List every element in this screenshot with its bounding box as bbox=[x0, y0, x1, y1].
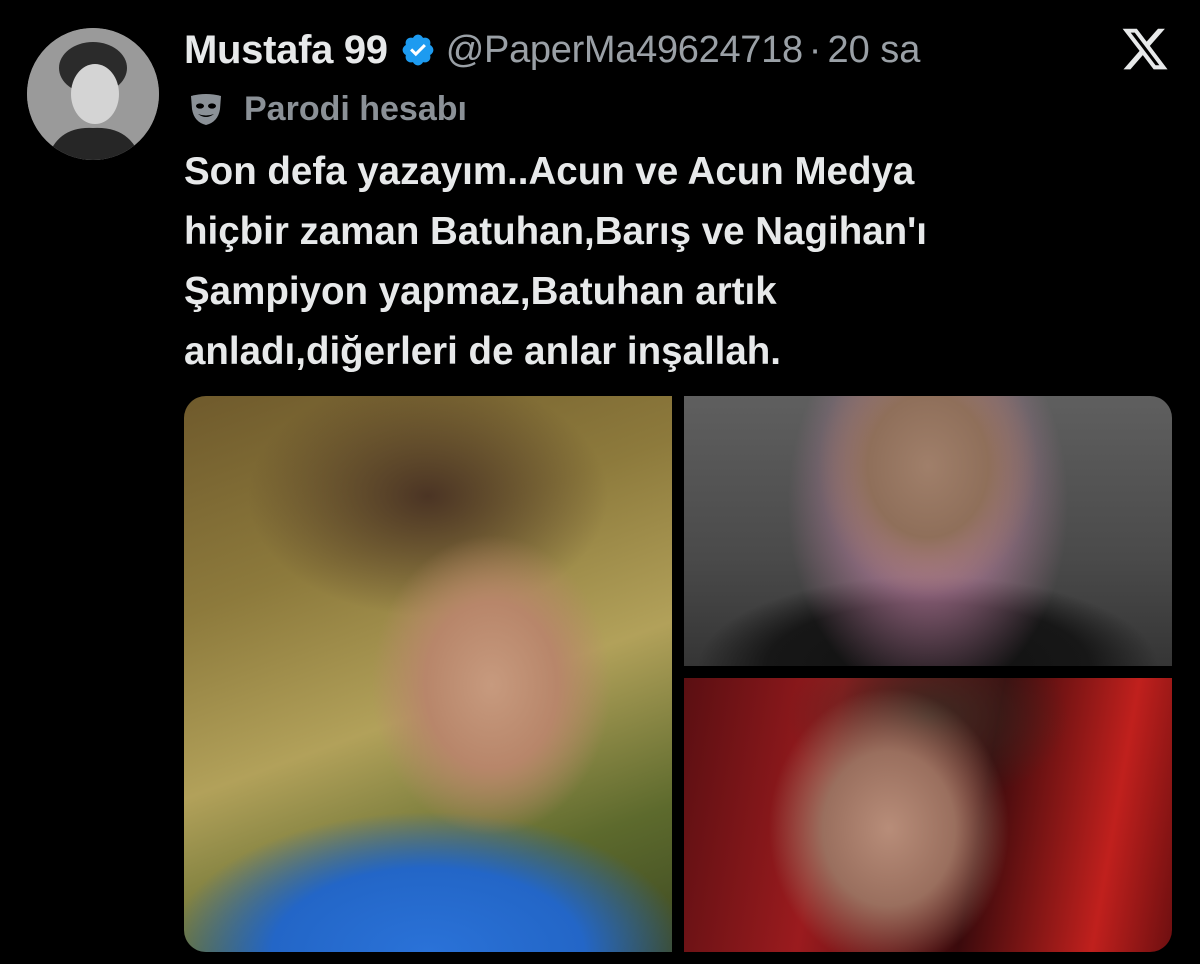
verified-badge-icon bbox=[400, 32, 436, 68]
media-grid bbox=[184, 396, 1172, 952]
parody-label-row: Parodi hesabı bbox=[186, 84, 467, 134]
separator-dot: · bbox=[808, 28, 822, 71]
photo-man-red-background[interactable] bbox=[684, 678, 1172, 952]
tweet-text: Son defa yazayım..Acun ve Acun Medya hiç… bbox=[184, 142, 1174, 382]
x-logo-icon bbox=[1120, 24, 1170, 74]
parody-account-label: Parodi hesabı bbox=[244, 89, 467, 128]
display-name[interactable]: Mustafa 99 bbox=[184, 28, 388, 73]
tweet-text-line: hiçbir zaman Batuhan,Barış ve Nagihan'ı bbox=[184, 210, 927, 253]
user-handle[interactable]: @PaperMa49624718 bbox=[446, 29, 803, 72]
parody-mask-icon bbox=[186, 89, 226, 129]
avatar-portrait bbox=[27, 28, 159, 160]
tweet-text-line: anladı,diğerleri de anlar inşallah. bbox=[184, 330, 781, 373]
photo-woman-pink-hair[interactable] bbox=[684, 396, 1172, 666]
avatar[interactable] bbox=[27, 28, 159, 160]
post-time[interactable]: 20 sa bbox=[827, 29, 920, 72]
tweet-header: Mustafa 99 @PaperMa49624718 · 20 sa bbox=[184, 22, 1200, 78]
tweet-text-line: Şampiyon yapmaz,Batuhan artık bbox=[184, 270, 777, 313]
tweet-text-line: Son defa yazayım..Acun ve Acun Medya bbox=[184, 150, 915, 193]
photo-man-blue-shirt[interactable] bbox=[184, 396, 672, 952]
